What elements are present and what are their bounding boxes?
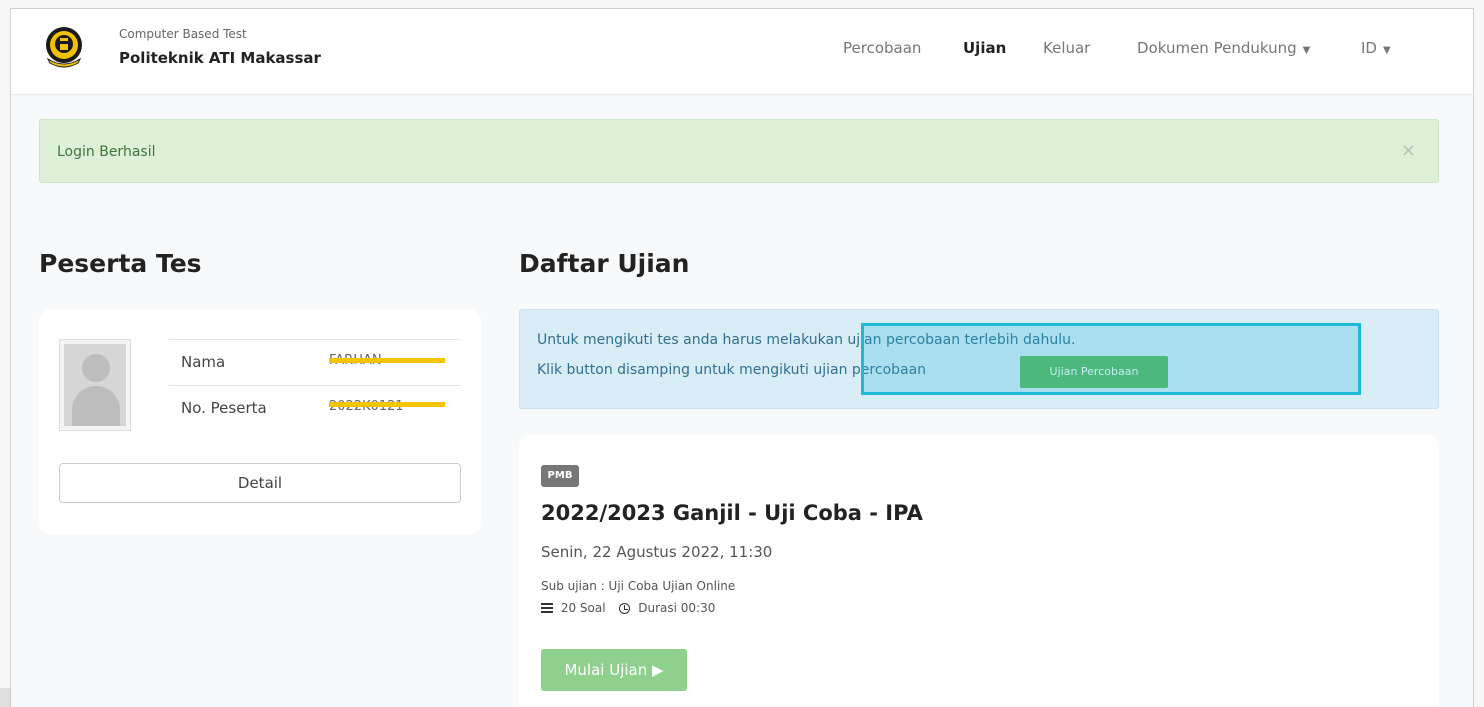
peserta-info-table: Nama FARHAN No. Peserta 2022K0121 bbox=[169, 339, 461, 431]
login-success-alert: Login Berhasil × bbox=[39, 119, 1439, 183]
window-edge bbox=[0, 688, 10, 707]
exam-durasi: Durasi 00:30 bbox=[638, 601, 716, 615]
nav-item-language[interactable]: ID ▼ bbox=[1361, 39, 1391, 57]
nav-item-keluar[interactable]: Keluar bbox=[1043, 39, 1090, 57]
avatar bbox=[59, 339, 131, 431]
redaction-mark bbox=[329, 402, 445, 407]
alert-message: Login Berhasil bbox=[57, 144, 156, 160]
exam-date: Senin, 22 Agustus 2022, 11:30 bbox=[541, 543, 773, 561]
close-icon[interactable]: × bbox=[1401, 140, 1416, 161]
exam-sub-ujian: Sub ujian : Uji Coba Ujian Online bbox=[541, 579, 736, 593]
brand-subtitle: Computer Based Test bbox=[119, 27, 247, 41]
info-row-nama: Nama FARHAN bbox=[169, 339, 461, 385]
daftar-ujian-heading: Daftar Ujian bbox=[519, 249, 690, 278]
nav-item-language-label: ID bbox=[1361, 39, 1377, 57]
exam-badge: PMB bbox=[541, 465, 579, 487]
mulai-ujian-button[interactable]: Mulai Ujian ▶ bbox=[541, 649, 687, 691]
caret-down-icon: ▼ bbox=[1302, 45, 1311, 56]
clock-icon bbox=[619, 603, 631, 614]
nama-label: Nama bbox=[181, 353, 226, 371]
nav-item-ujian[interactable]: Ujian bbox=[963, 39, 1006, 57]
peserta-heading: Peserta Tes bbox=[39, 249, 202, 278]
no-peserta-label: No. Peserta bbox=[181, 399, 267, 417]
nav-item-dokumen-pendukung[interactable]: Dokumen Pendukung ▼ bbox=[1137, 39, 1310, 57]
politeknik-logo bbox=[46, 27, 82, 68]
highlight-box bbox=[861, 323, 1361, 395]
info-row-no-peserta: No. Peserta 2022K0121 bbox=[169, 385, 461, 431]
exam-soal-count: 20 Soal bbox=[560, 601, 606, 615]
nav-item-dokumen-label: Dokumen Pendukung bbox=[1137, 39, 1297, 57]
caret-down-icon: ▼ bbox=[1382, 45, 1391, 56]
peserta-card: Nama FARHAN No. Peserta 2022K0121 Detail bbox=[39, 309, 481, 535]
nav-item-percobaan[interactable]: Percobaan bbox=[843, 39, 921, 57]
exam-card: PMB 2022/2023 Ganjil - Uji Coba - IPA Se… bbox=[519, 435, 1439, 707]
user-silhouette-icon bbox=[64, 344, 126, 426]
navbar: Computer Based Test Politeknik ATI Makas… bbox=[11, 9, 1473, 95]
list-icon bbox=[541, 603, 553, 614]
exam-meta: 20 Soal Durasi 00:30 bbox=[541, 601, 715, 615]
detail-button[interactable]: Detail bbox=[59, 463, 461, 503]
redaction-mark bbox=[329, 358, 445, 363]
brand-title: Politeknik ATI Makassar bbox=[119, 49, 321, 67]
browser-frame: Computer Based Test Politeknik ATI Makas… bbox=[10, 8, 1474, 707]
exam-title: 2022/2023 Ganjil - Uji Coba - IPA bbox=[541, 501, 923, 525]
